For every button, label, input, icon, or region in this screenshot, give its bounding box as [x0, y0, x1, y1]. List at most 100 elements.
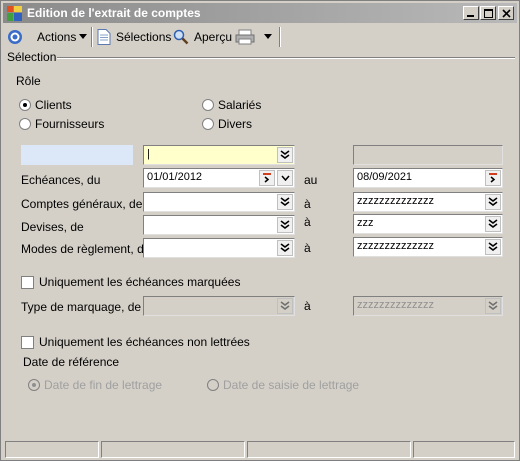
modes-label: Modes de règlement, de	[21, 242, 151, 256]
echeances-from-value: 01/01/2012	[147, 171, 203, 183]
radio-clients-label[interactable]: Clients	[35, 98, 72, 112]
magnifier-icon	[173, 29, 189, 45]
status-bar	[5, 441, 517, 458]
target-icon	[8, 30, 22, 44]
dropdown-button[interactable]	[277, 240, 293, 256]
window: Edition de l'extrait de comptes Actions …	[0, 0, 520, 461]
echeances-from-field[interactable]: 01/01/2012	[143, 168, 295, 188]
comptes-label: Comptes généraux, de	[21, 197, 143, 211]
radio-date-saisie-lettrage-label: Date de saisie de lettrage	[223, 378, 360, 392]
selection-main-combo[interactable]: |	[143, 145, 295, 165]
radio-salaries-label[interactable]: Salariés	[218, 98, 261, 112]
comptes-to-value: zzzzzzzzzzzzzz	[357, 195, 434, 207]
selection-main-value: |	[147, 148, 150, 160]
toolbar: Actions Sélections Aperçu	[3, 25, 517, 49]
apercu-button[interactable]: Aperçu	[173, 28, 232, 46]
marquage-to-combo: zzzzzzzzzzzzzz	[353, 296, 503, 316]
chevron-down-icon	[264, 34, 272, 39]
double-chevron-down-icon	[280, 197, 290, 206]
radio-salaries[interactable]	[202, 99, 214, 111]
actions-menu[interactable]: Actions	[7, 28, 88, 46]
devises-to-value: zzz	[357, 217, 374, 229]
echeances-to-field[interactable]: 08/09/2021	[353, 168, 503, 188]
comptes-to-combo[interactable]: zzzzzzzzzzzzzz	[353, 192, 503, 212]
status-cell	[101, 441, 245, 458]
actions-label: Actions	[37, 30, 77, 44]
double-chevron-down-icon	[280, 301, 290, 310]
dropdown-button[interactable]	[277, 170, 293, 186]
close-icon	[501, 8, 511, 18]
window-title: Edition de l'extrait de comptes	[27, 6, 201, 20]
echeances-sep: au	[304, 173, 318, 187]
marquees-label[interactable]: Uniquement les échéances marquées	[39, 275, 240, 289]
echeances-to-value: 08/09/2021	[357, 171, 413, 183]
calendar-button[interactable]	[259, 170, 275, 186]
chevron-down-icon	[79, 34, 88, 39]
devises-to-combo[interactable]: zzz	[353, 214, 503, 234]
dropdown-button[interactable]	[277, 194, 293, 210]
calendar-button[interactable]	[485, 170, 501, 186]
radio-divers[interactable]	[202, 118, 214, 130]
dropdown-button[interactable]	[485, 216, 501, 232]
devises-sep: à	[304, 215, 311, 229]
modes-sep: à	[304, 241, 311, 255]
status-cell	[247, 441, 411, 458]
non-lettrees-checkbox[interactable]	[21, 336, 34, 349]
marquage-from-combo	[143, 296, 295, 316]
status-cell	[413, 441, 515, 458]
radio-fournisseurs-label[interactable]: Fournisseurs	[35, 117, 104, 131]
double-chevron-down-icon	[488, 242, 498, 251]
comptes-sep: à	[304, 197, 311, 211]
marquees-checkbox[interactable]	[21, 276, 34, 289]
chevron-down-icon	[280, 175, 290, 181]
radio-date-saisie-lettrage	[207, 379, 219, 391]
selections-label: Sélections	[116, 30, 172, 44]
double-chevron-down-icon	[280, 220, 290, 229]
radio-date-fin-lettrage	[28, 379, 40, 391]
toolbar-separator	[91, 27, 93, 47]
devises-label: Devises, de	[21, 220, 84, 234]
double-chevron-down-icon	[280, 243, 290, 252]
devises-from-combo[interactable]	[143, 215, 295, 235]
selection-type-field[interactable]	[21, 145, 133, 165]
calendar-icon	[489, 173, 497, 183]
dropdown-button	[485, 298, 501, 314]
marquage-sep: à	[304, 299, 311, 313]
radio-date-fin-lettrage-label: Date de fin de lettrage	[44, 378, 163, 392]
app-icon	[7, 6, 22, 21]
modes-from-combo[interactable]	[143, 238, 295, 258]
double-chevron-down-icon	[280, 150, 290, 159]
role-heading: Rôle	[16, 74, 41, 88]
double-chevron-down-icon	[488, 197, 498, 206]
title-bar[interactable]: Edition de l'extrait de comptes	[3, 3, 517, 23]
maximize-button[interactable]	[480, 6, 496, 20]
print-menu[interactable]	[235, 28, 273, 46]
status-cell	[5, 441, 99, 458]
selection-right-field	[353, 145, 503, 165]
marquage-label: Type de marquage, de	[21, 300, 142, 314]
minimize-button[interactable]	[463, 6, 479, 20]
comptes-from-combo[interactable]	[143, 192, 295, 212]
double-chevron-down-icon	[488, 301, 498, 310]
non-lettrees-label[interactable]: Uniquement les échéances non lettrées	[39, 335, 250, 349]
close-button[interactable]	[498, 6, 514, 20]
selections-button[interactable]: Sélections	[97, 28, 171, 46]
marquage-to-value: zzzzzzzzzzzzzz	[357, 299, 434, 311]
date-ref-heading: Date de référence	[23, 355, 120, 369]
dropdown-button	[277, 298, 293, 314]
section-label: Sélection	[7, 50, 57, 64]
modes-to-combo[interactable]: zzzzzzzzzzzzzz	[353, 237, 503, 257]
radio-divers-label[interactable]: Divers	[218, 117, 252, 131]
dropdown-button[interactable]	[485, 239, 501, 255]
echeances-label: Echéances, du	[21, 173, 101, 187]
dropdown-button[interactable]	[485, 194, 501, 210]
modes-to-value: zzzzzzzzzzzzzz	[357, 240, 434, 252]
maximize-icon	[483, 8, 493, 18]
printer-icon	[235, 29, 255, 45]
calendar-icon	[263, 173, 271, 183]
dropdown-button[interactable]	[277, 217, 293, 233]
radio-fournisseurs[interactable]	[19, 118, 31, 130]
double-chevron-down-icon	[488, 219, 498, 228]
dropdown-button[interactable]	[277, 147, 293, 163]
radio-clients[interactable]	[19, 99, 31, 111]
